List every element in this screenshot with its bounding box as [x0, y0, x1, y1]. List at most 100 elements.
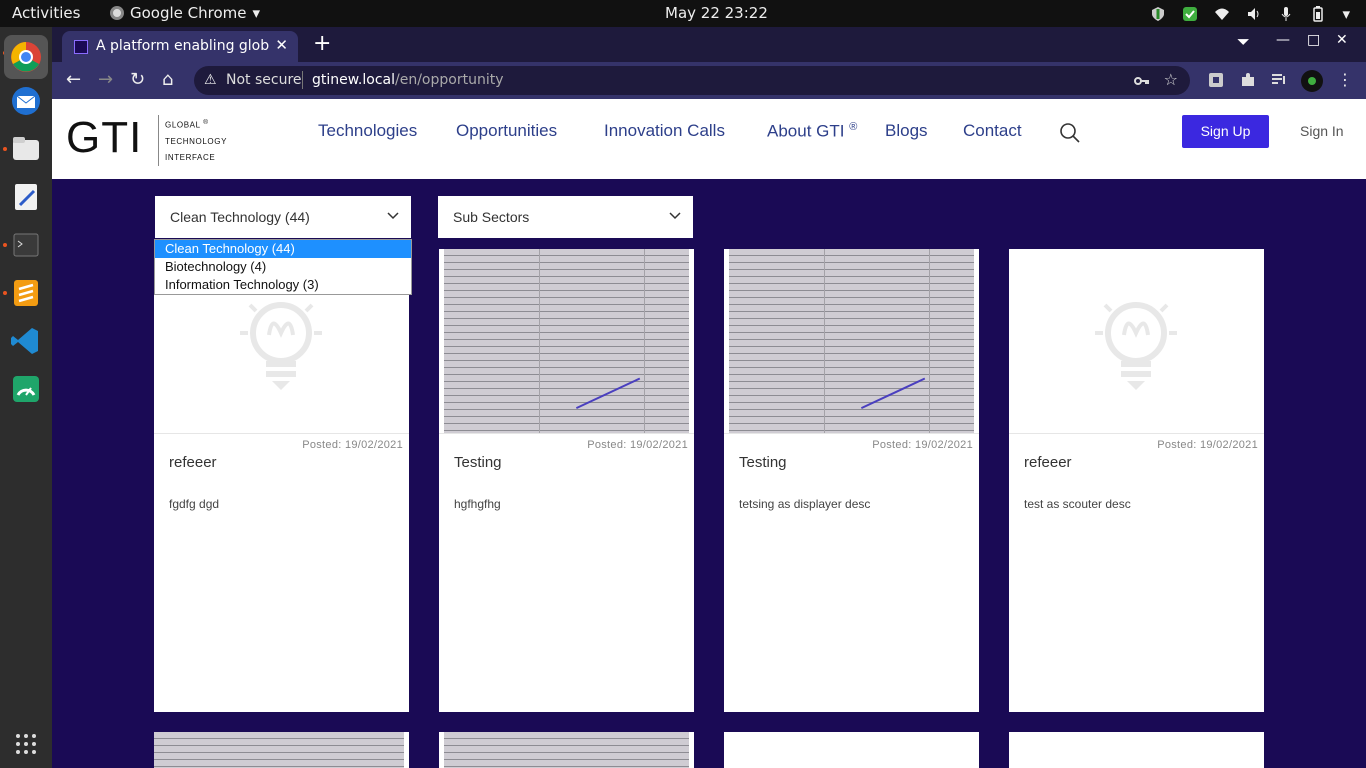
sign-in-link[interactable]: Sign In	[1300, 123, 1344, 139]
logo[interactable]: GTI	[66, 113, 142, 163]
nav-innovation-calls[interactable]: Innovation Calls	[604, 121, 725, 141]
system-tray[interactable]: ▾	[1150, 5, 1350, 23]
opportunity-card[interactable]: Posted: 19/02/2021 refeeer fgdfg dgd	[154, 249, 409, 712]
forward-button[interactable]: →	[98, 69, 113, 90]
tab-close-button[interactable]: ✕	[275, 36, 288, 54]
card-title[interactable]: refeeer	[169, 454, 217, 471]
puzzle-icon[interactable]	[1240, 72, 1256, 88]
opportunity-card[interactable]	[1009, 732, 1264, 768]
card-description: fgdfg dgd	[169, 497, 220, 511]
address-bar[interactable]: ⚠ Not secure gtinew.local/en/opportunity…	[194, 66, 1190, 95]
activities-button[interactable]: Activities	[12, 4, 80, 22]
terminal-icon	[13, 233, 39, 257]
card-title[interactable]: Testing	[454, 454, 502, 471]
chevron-down-icon: ▾	[252, 4, 261, 22]
system-top-bar: Activities Google Chrome ▾ May 22 23:22 …	[0, 0, 1366, 27]
card-title[interactable]: Testing	[739, 454, 787, 471]
card-title[interactable]: refeeer	[1024, 454, 1072, 471]
new-tab-button[interactable]: +	[313, 31, 331, 56]
browser-tab[interactable]: A platform enabling glob ✕	[62, 31, 298, 62]
search-icon[interactable]	[1059, 122, 1081, 144]
opportunity-card[interactable]: Posted: 19/02/2021 Testing tetsing as di…	[724, 249, 979, 712]
card-image	[444, 732, 689, 768]
volume-icon	[1248, 8, 1259, 20]
update-icon	[1183, 7, 1198, 21]
favicon-icon	[74, 40, 88, 54]
logo-line-2: TECHNOLOGY	[165, 136, 228, 146]
sublime-launcher[interactable]	[8, 275, 44, 311]
home-button[interactable]: ⌂	[162, 69, 173, 90]
subsector-select-value: Sub Sectors	[453, 209, 530, 225]
receipt-photo	[154, 732, 404, 768]
back-button[interactable]: ←	[66, 69, 81, 90]
speedometer-icon	[13, 376, 39, 402]
vscode-launcher[interactable]	[8, 323, 44, 359]
card-image	[154, 732, 404, 768]
profile-avatar-icon[interactable]	[1300, 69, 1324, 93]
bookmark-star-icon[interactable]: ☆	[1164, 70, 1178, 89]
menu-kebab-icon[interactable]: ⋮	[1337, 70, 1353, 89]
sector-option[interactable]: Information Technology (3)	[155, 276, 411, 294]
nav-opportunities[interactable]: Opportunities	[456, 121, 557, 141]
nav-about-gti[interactable]: About GTI ®	[767, 121, 857, 142]
url-path: /en/opportunity	[395, 72, 504, 88]
warning-icon[interactable]: ⚠	[204, 72, 217, 88]
card-posted-date: Posted: 19/02/2021	[872, 439, 973, 451]
sublime-text-icon	[14, 280, 38, 306]
security-status[interactable]: Not secure	[226, 72, 302, 88]
folder-icon	[13, 137, 39, 160]
running-indicator	[3, 243, 7, 247]
clock[interactable]: May 22 23:22	[665, 4, 768, 22]
logo-tagline: GLOBAL ® TECHNOLOGY INTERFACE	[158, 115, 227, 166]
sector-option[interactable]: Clean Technology (44)	[155, 240, 411, 258]
card-description: test as scouter desc	[1024, 497, 1131, 511]
sector-option[interactable]: Biotechnology (4)	[155, 258, 411, 276]
maximize-button[interactable]: □	[1307, 32, 1320, 48]
lightbulb-icon	[1095, 302, 1177, 390]
close-window-button[interactable]: ✕	[1336, 32, 1348, 48]
running-indicator	[3, 147, 7, 151]
show-applications-button[interactable]	[16, 734, 36, 754]
reload-button[interactable]: ↻	[130, 69, 145, 90]
tab-search-icon[interactable]: ⏷	[1237, 32, 1250, 52]
card-posted-date: Posted: 19/02/2021	[302, 439, 403, 451]
opportunity-card[interactable]: Posted: 19/02/2021 refeeer test as scout…	[1009, 249, 1264, 712]
app-menu[interactable]: Google Chrome ▾	[110, 4, 260, 22]
nav-blogs[interactable]: Blogs	[885, 121, 928, 141]
thunderbird-launcher[interactable]	[8, 83, 44, 119]
opportunity-card[interactable]: Posted: 19/02/2021 Testing hgfhgfhg	[439, 249, 694, 712]
divider	[302, 71, 303, 89]
media-control-icon[interactable]	[1271, 72, 1287, 88]
receipt-photo	[444, 249, 689, 433]
nav-technologies[interactable]: Technologies	[318, 121, 417, 141]
key-icon[interactable]	[1134, 74, 1150, 88]
running-indicator	[3, 291, 7, 295]
chevron-down-icon	[669, 212, 681, 220]
opportunity-card[interactable]	[154, 732, 409, 768]
site-header: GTI GLOBAL ® TECHNOLOGY INTERFACE Techno…	[52, 99, 1366, 179]
sector-dropdown-list: Clean Technology (44) Biotechnology (4) …	[154, 239, 412, 295]
chrome-icon	[11, 42, 41, 72]
logo-line-3: INTERFACE	[165, 152, 216, 162]
subsector-select[interactable]: Sub Sectors	[438, 196, 693, 238]
sign-up-button[interactable]: Sign Up	[1182, 115, 1269, 148]
shield-icon	[1152, 7, 1165, 21]
card-divider	[154, 433, 409, 434]
terminal-launcher[interactable]	[8, 227, 44, 263]
card-divider	[1009, 433, 1264, 434]
sector-select[interactable]: Clean Technology (44)	[155, 196, 411, 238]
speedometer-launcher[interactable]	[8, 371, 44, 407]
card-description: hgfhgfhg	[454, 497, 501, 511]
microphone-icon	[1282, 7, 1291, 21]
card-divider	[439, 433, 694, 434]
logo-line-1: GLOBAL	[165, 120, 201, 130]
opportunity-card[interactable]	[724, 732, 979, 768]
extension-icon[interactable]	[1208, 72, 1224, 88]
nav-contact[interactable]: Contact	[963, 121, 1022, 141]
text-editor-launcher[interactable]	[8, 179, 44, 215]
url-text[interactable]: gtinew.local/en/opportunity	[312, 72, 503, 88]
opportunity-card[interactable]	[439, 732, 694, 768]
minimize-button[interactable]: —	[1276, 32, 1290, 48]
files-launcher[interactable]	[8, 131, 44, 167]
chrome-launcher[interactable]	[4, 35, 48, 79]
